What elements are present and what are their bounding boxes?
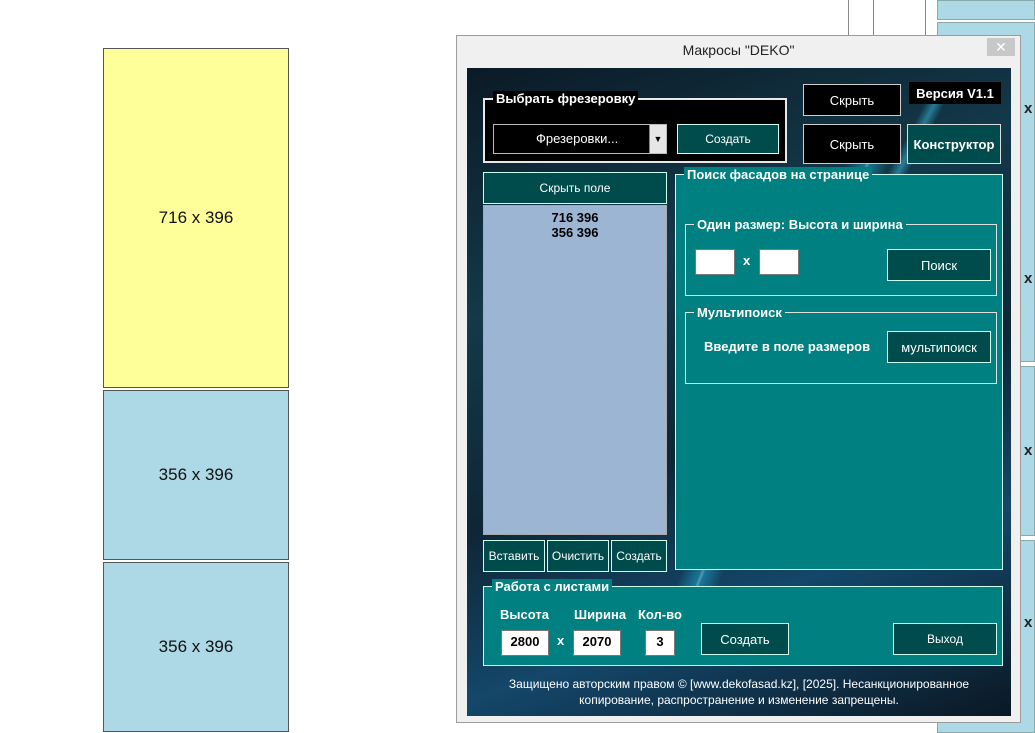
- search-legend: Поиск фасадов на странице: [684, 167, 873, 182]
- dialog-title: Макросы "DEKO": [682, 42, 795, 58]
- width-label: Ширина: [574, 607, 627, 622]
- chevron-down-icon[interactable]: ▼: [649, 125, 666, 153]
- sheets-frame: Работа с листами Высота Ширина Кол-во 28…: [483, 579, 1003, 666]
- multisearch-hint: Введите в поле размеров: [704, 339, 871, 354]
- copyright-line: копирование, распространение и изменение…: [579, 693, 899, 707]
- grid-line: [925, 0, 926, 36]
- milling-frame: Выбрать фрезеровку Фрезеровки... ▼ Созда…: [483, 91, 787, 163]
- grid-line: [848, 0, 849, 36]
- multisearch-button[interactable]: мультипоиск: [887, 331, 991, 363]
- dimension-x: x: [1024, 270, 1033, 287]
- sheets-create-button[interactable]: Создать: [701, 623, 789, 655]
- milling-legend: Выбрать фрезеровку: [493, 91, 639, 106]
- sizes-create-button[interactable]: Создать: [611, 540, 667, 572]
- times-label: x: [557, 633, 565, 648]
- single-size-legend: Один размер: Высота и ширина: [694, 217, 906, 232]
- sheet-width-input[interactable]: 2070: [573, 630, 621, 656]
- dimension-x: x: [1024, 614, 1033, 631]
- version-label: Версия V1.1: [909, 82, 1001, 104]
- milling-select[interactable]: Фрезеровки... ▼: [493, 124, 667, 154]
- dimension-x: x: [1024, 100, 1033, 117]
- multisearch-legend: Мультипоиск: [694, 305, 785, 320]
- dialog-client: Выбрать фрезеровку Фрезеровки... ▼ Созда…: [467, 68, 1011, 716]
- hide-field-button[interactable]: Скрыть поле: [483, 172, 667, 204]
- copyright-notice: Защищено авторским правом © [www.dekofas…: [467, 676, 1011, 708]
- milling-create-button[interactable]: Создать: [677, 124, 779, 154]
- panel-blue-2[interactable]: 356 x 396: [103, 562, 289, 732]
- multisearch-frame: Мультипоиск Введите в поле размеров муль…: [685, 305, 997, 384]
- sheet-qty-input[interactable]: 3: [645, 630, 675, 656]
- search-width-input[interactable]: [759, 249, 799, 275]
- grid-line: [873, 0, 874, 36]
- panel-blue-1[interactable]: 356 x 396: [103, 390, 289, 560]
- height-label: Высота: [500, 607, 549, 622]
- sizes-list-item[interactable]: 356 396: [484, 225, 666, 240]
- milling-select-value: Фрезеровки...: [536, 131, 619, 146]
- search-frame: Поиск фасадов на странице Один размер: В…: [675, 167, 1003, 570]
- sheets-legend: Работа с листами: [492, 579, 613, 594]
- panel-label: 716 x 396: [158, 208, 234, 227]
- insert-button[interactable]: Вставить: [483, 540, 545, 572]
- hide-top-button[interactable]: Скрыть: [803, 84, 901, 116]
- panel-label: 356 x 396: [158, 465, 234, 484]
- exit-button[interactable]: Выход: [893, 623, 997, 655]
- single-size-frame: Один размер: Высота и ширина x Поиск: [685, 217, 997, 296]
- panel-label: 356 x 396: [158, 637, 234, 656]
- sizes-list-item[interactable]: 716 396: [484, 210, 666, 225]
- times-label: x: [743, 253, 751, 268]
- right-block[interactable]: [937, 0, 1035, 20]
- sheet-height-input[interactable]: 2800: [501, 630, 549, 656]
- constructor-button[interactable]: Конструктор: [907, 124, 1001, 164]
- search-height-input[interactable]: [695, 249, 735, 275]
- qty-label: Кол-во: [638, 607, 682, 622]
- copyright-line: Защищено авторским правом © [www.dekofas…: [508, 677, 970, 691]
- dimension-x: x: [1024, 442, 1033, 459]
- search-button[interactable]: Поиск: [887, 249, 991, 281]
- panel-yellow[interactable]: 716 x 396: [103, 48, 289, 388]
- macros-dialog: Макросы "DEKO" ✕ Выбрать фрезеровку Фрез…: [456, 35, 1021, 723]
- close-button[interactable]: ✕: [987, 38, 1015, 56]
- clear-button[interactable]: Очистить: [547, 540, 609, 572]
- hide-second-button[interactable]: Скрыть: [803, 124, 901, 164]
- sizes-list[interactable]: 716 396 356 396: [483, 205, 667, 535]
